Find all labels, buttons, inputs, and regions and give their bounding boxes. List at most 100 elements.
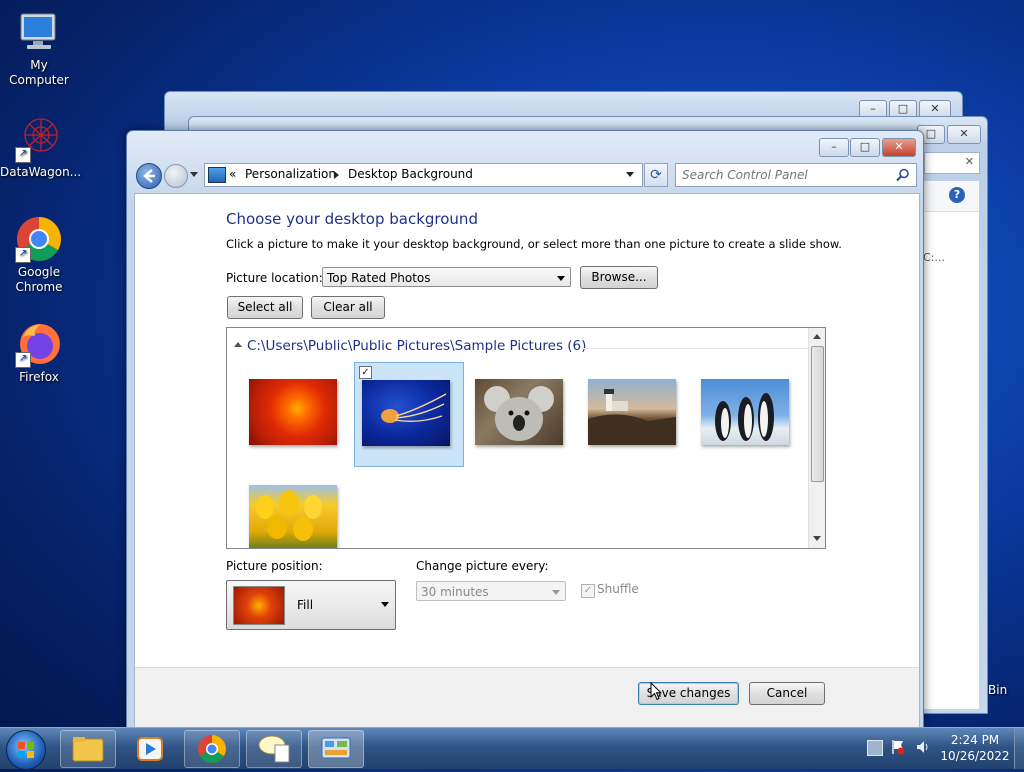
maximize-button[interactable]: □ [850, 138, 880, 157]
shortcut-arrow-icon: ↗ [15, 147, 31, 163]
scroll-down-icon[interactable] [813, 536, 821, 541]
cancel-button[interactable]: Cancel [749, 682, 825, 705]
desktop-icon-google-chrome[interactable]: ↗ Google Chrome [0, 215, 78, 295]
desktop-icon-firefox[interactable]: ↗ Firefox [0, 320, 78, 385]
breadcrumb-desktop-background[interactable]: Desktop Background [348, 167, 473, 181]
picture-position-label: Picture position: [226, 559, 323, 573]
penguins-art [715, 393, 774, 441]
jellyfish-art [381, 393, 447, 423]
datawagon-icon: ↗ [15, 115, 63, 163]
breadcrumb-separator [334, 171, 339, 179]
desktop-icon-label: Firefox [19, 370, 59, 384]
taskbar-control-panel[interactable] [308, 730, 364, 768]
desktop-icon-label: My Computer [9, 58, 69, 87]
forward-button[interactable] [164, 164, 188, 188]
change-picture-value: 30 minutes [421, 585, 489, 599]
close-button[interactable]: ✕ [882, 138, 916, 157]
group-collapse-icon[interactable] [234, 342, 242, 347]
change-picture-select[interactable]: 30 minutes [416, 581, 566, 601]
picture-penguins[interactable] [701, 379, 789, 445]
media-player-icon [137, 737, 163, 761]
desktop-background-window[interactable]: – □ ✕ « Personalization Desktop Backgrou… [126, 130, 924, 729]
search-icon[interactable] [896, 168, 910, 182]
dialog-footer: Save changes Cancel [135, 667, 919, 728]
taskbar-file-explorer[interactable] [60, 730, 116, 768]
back-button[interactable] [136, 163, 162, 189]
refresh-button[interactable]: ⟳ [644, 163, 668, 187]
picture-location-label: Picture location: [226, 271, 323, 285]
clear-all-button[interactable]: Clear all [311, 296, 385, 319]
back-arrow-icon [143, 169, 155, 183]
windows-logo-icon [18, 742, 34, 758]
picture-chrysanthemum[interactable] [249, 379, 337, 445]
background-search-box[interactable]: ✕ [924, 152, 980, 174]
taskbar-notes[interactable] [246, 730, 302, 768]
taskbar-google-chrome[interactable] [184, 730, 240, 768]
close-button[interactable]: ✕ [947, 125, 981, 144]
search-input[interactable] [680, 166, 889, 184]
shortcut-arrow-icon: ↗ [15, 247, 31, 263]
recent-pages-dropdown-icon[interactable] [190, 172, 198, 177]
taskbar-media-player[interactable] [122, 730, 178, 768]
clock-time[interactable]: 2:24 PM [940, 733, 1010, 747]
scroll-up-icon[interactable] [813, 334, 821, 339]
page-title: Choose your desktop background [226, 210, 478, 228]
volume-icon[interactable] [915, 739, 931, 755]
select-all-button[interactable]: Select all [227, 296, 303, 319]
show-desktop-button[interactable] [1014, 728, 1024, 769]
picture-koala[interactable] [475, 379, 563, 445]
clear-icon[interactable]: ✕ [965, 155, 974, 168]
breadcrumb-personalization[interactable]: Personalization [245, 167, 336, 181]
tulips-art [256, 490, 322, 541]
picture-gallery[interactable]: C:\Users\Public\Public Pictures\Sample P… [226, 327, 826, 549]
mouse-cursor-icon [650, 682, 662, 701]
address-bar[interactable]: « Personalization Desktop Background [204, 163, 643, 187]
shortcut-arrow-icon: ↗ [15, 352, 31, 368]
lighthouse-art [588, 389, 676, 445]
recycle-bin-label[interactable]: Bin [988, 683, 1007, 697]
shuffle-label: Shuffle [597, 582, 639, 596]
browse-button[interactable]: Browse... [580, 266, 658, 289]
desktop-icon-label: DataWagon... [0, 165, 82, 179]
desktop-icon-label: Google Chrome [15, 265, 63, 294]
picture-tulips[interactable] [249, 485, 337, 548]
picture-jellyfish[interactable] [362, 380, 450, 446]
background-content: ? C:... [923, 181, 979, 709]
picture-checkbox[interactable]: ✓ [359, 366, 372, 379]
network-icon[interactable] [867, 740, 883, 756]
chevron-down-icon [552, 590, 560, 595]
chrome-icon: ↗ [15, 215, 63, 263]
breadcrumb-overflow[interactable]: « [229, 167, 236, 181]
picture-jellyfish-tile[interactable]: ✓ [354, 362, 464, 467]
chevron-down-icon [381, 602, 389, 607]
computer-icon [15, 8, 63, 56]
picture-lighthouse[interactable] [588, 379, 676, 445]
search-box[interactable] [675, 163, 917, 187]
desktop-icon-my-computer[interactable]: My Computer [0, 8, 78, 88]
instruction-text: Click a picture to make it your desktop … [226, 237, 842, 251]
folder-icon [72, 737, 104, 762]
firefox-icon: ↗ [15, 320, 63, 368]
scroll-thumb[interactable] [811, 346, 824, 482]
minimize-button[interactable]: – [819, 138, 849, 157]
picture-location-value: Top Rated Photos [327, 271, 431, 285]
control-panel-icon [208, 167, 226, 183]
picture-position-value: Fill [297, 598, 314, 612]
start-button[interactable] [6, 730, 46, 770]
change-picture-label: Change picture every: [416, 559, 549, 573]
control-panel-icon [321, 737, 351, 759]
desktop-icon-datawagon[interactable]: ↗ DataWagon... [0, 115, 82, 180]
speech-bubble-icon [258, 735, 290, 763]
background-toolbar: ? [923, 181, 979, 212]
content-area: Choose your desktop background Click a p… [134, 193, 920, 729]
action-center-flag-icon[interactable] [891, 739, 905, 755]
group-title: C:\Users\Public\Public Pictures\Sample P… [247, 338, 587, 354]
group-divider [581, 348, 809, 349]
shuffle-checkbox[interactable]: ✓ [581, 584, 595, 598]
address-dropdown-icon[interactable] [626, 172, 634, 177]
picture-position-select[interactable]: Fill [226, 580, 396, 630]
help-icon[interactable]: ? [949, 187, 965, 203]
gallery-scrollbar[interactable] [808, 328, 825, 548]
picture-location-select[interactable]: Top Rated Photos [322, 267, 571, 287]
clock-date[interactable]: 10/26/2022 [940, 749, 1010, 763]
